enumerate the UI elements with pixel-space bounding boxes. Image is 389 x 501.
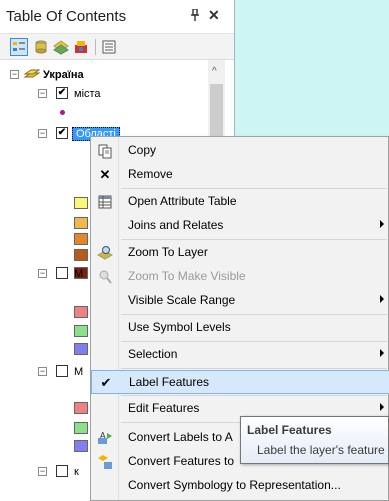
submenu-arrow-icon — [380, 403, 384, 411]
layer-label: к — [74, 466, 79, 478]
menu-separator — [121, 341, 387, 342]
submenu-arrow-icon — [380, 295, 384, 303]
menu-item-open-attribute-table[interactable]: Open Attribute Table — [91, 190, 389, 214]
menu-item-convert-symbology[interactable]: Convert Symbology to Representation... — [91, 474, 389, 498]
menu-item-remove[interactable]: ✕ Remove — [91, 163, 389, 187]
menu-item-selection[interactable]: Selection — [91, 343, 389, 367]
layer-row[interactable]: − ✔ міста — [0, 84, 210, 104]
tree-root-label: Україна — [43, 69, 84, 81]
menu-item-zoom-to-make-visible[interactable]: Zoom To Make Visible — [91, 265, 389, 289]
checkmark-icon: ✔ — [100, 375, 112, 390]
symbol-swatch — [74, 197, 88, 209]
symbol-swatch — [74, 440, 88, 452]
toolbar-separator — [95, 39, 96, 55]
symbol-swatch — [74, 343, 88, 355]
layer-label: міста — [74, 88, 101, 100]
menu-item-joins-and-relates[interactable]: Joins and Relates — [91, 214, 389, 238]
symbol-swatch — [74, 422, 88, 434]
copy-icon — [97, 143, 113, 159]
pin-icon[interactable] — [190, 8, 200, 24]
panel-title: Table Of Contents — [6, 8, 127, 25]
point-symbol-icon — [60, 110, 65, 115]
list-by-visibility-button[interactable] — [52, 38, 70, 56]
zoom-visible-icon — [97, 269, 113, 285]
submenu-arrow-icon — [380, 349, 384, 357]
menu-separator — [121, 188, 387, 189]
menu-item-label-features[interactable]: ✔ Label Features — [91, 370, 389, 394]
menu-item-zoom-to-layer[interactable]: Zoom To Layer — [91, 241, 389, 265]
symbol-swatch — [74, 402, 88, 414]
layer-group-icon — [23, 68, 41, 85]
remove-icon: ✕ — [99, 167, 111, 182]
collapse-icon[interactable]: − — [38, 367, 47, 376]
collapse-icon[interactable]: − — [38, 269, 47, 278]
list-by-drawing-order-button[interactable] — [10, 38, 28, 56]
symbol-swatch — [74, 233, 88, 245]
menu-item-use-symbol-levels[interactable]: Use Symbol Levels — [91, 316, 389, 340]
convert-labels-icon: A — [97, 430, 113, 446]
scroll-up-icon[interactable]: ^ — [212, 66, 217, 77]
layer-visibility-checkbox[interactable] — [56, 465, 68, 477]
symbol-swatch — [74, 249, 88, 261]
list-by-source-button[interactable] — [32, 38, 50, 56]
menu-separator — [121, 368, 387, 369]
table-icon — [97, 194, 113, 210]
layer-visibility-checkbox[interactable]: ✔ — [56, 127, 68, 139]
menu-separator — [121, 239, 387, 240]
layer-label: M — [74, 268, 84, 280]
menu-item-copy[interactable]: Copy — [91, 139, 389, 163]
tooltip-title: Label Features — [247, 423, 332, 437]
symbol-swatch — [74, 306, 88, 318]
layer-visibility-checkbox[interactable] — [56, 267, 68, 279]
tooltip: Label Features Label the layer's feature — [240, 416, 389, 464]
symbol-swatch — [74, 217, 88, 229]
toc-title-bar: Table Of Contents ✕ — [0, 0, 234, 34]
close-icon[interactable]: ✕ — [208, 7, 220, 24]
menu-item-visible-scale-range[interactable]: Visible Scale Range — [91, 289, 389, 313]
collapse-icon[interactable]: − — [10, 70, 19, 79]
menu-separator — [121, 314, 387, 315]
toc-toolbar — [0, 34, 234, 60]
submenu-arrow-icon — [380, 220, 384, 228]
tooltip-body: Label the layer's feature — [257, 443, 385, 457]
options-button[interactable] — [100, 38, 118, 56]
symbol-swatch — [74, 325, 88, 337]
convert-features-icon — [97, 454, 113, 470]
collapse-icon[interactable]: − — [38, 467, 47, 476]
list-by-selection-button[interactable] — [72, 38, 90, 56]
menu-separator — [121, 395, 387, 396]
layer-visibility-checkbox[interactable] — [56, 365, 68, 377]
zoom-layer-icon — [96, 245, 114, 261]
layer-visibility-checkbox[interactable]: ✔ — [56, 87, 68, 99]
layer-label: M — [74, 366, 84, 378]
tree-root-row[interactable]: − Україна — [0, 66, 210, 86]
collapse-icon[interactable]: − — [38, 129, 47, 138]
svg-text:A: A — [100, 431, 106, 440]
collapse-icon[interactable]: − — [38, 89, 47, 98]
